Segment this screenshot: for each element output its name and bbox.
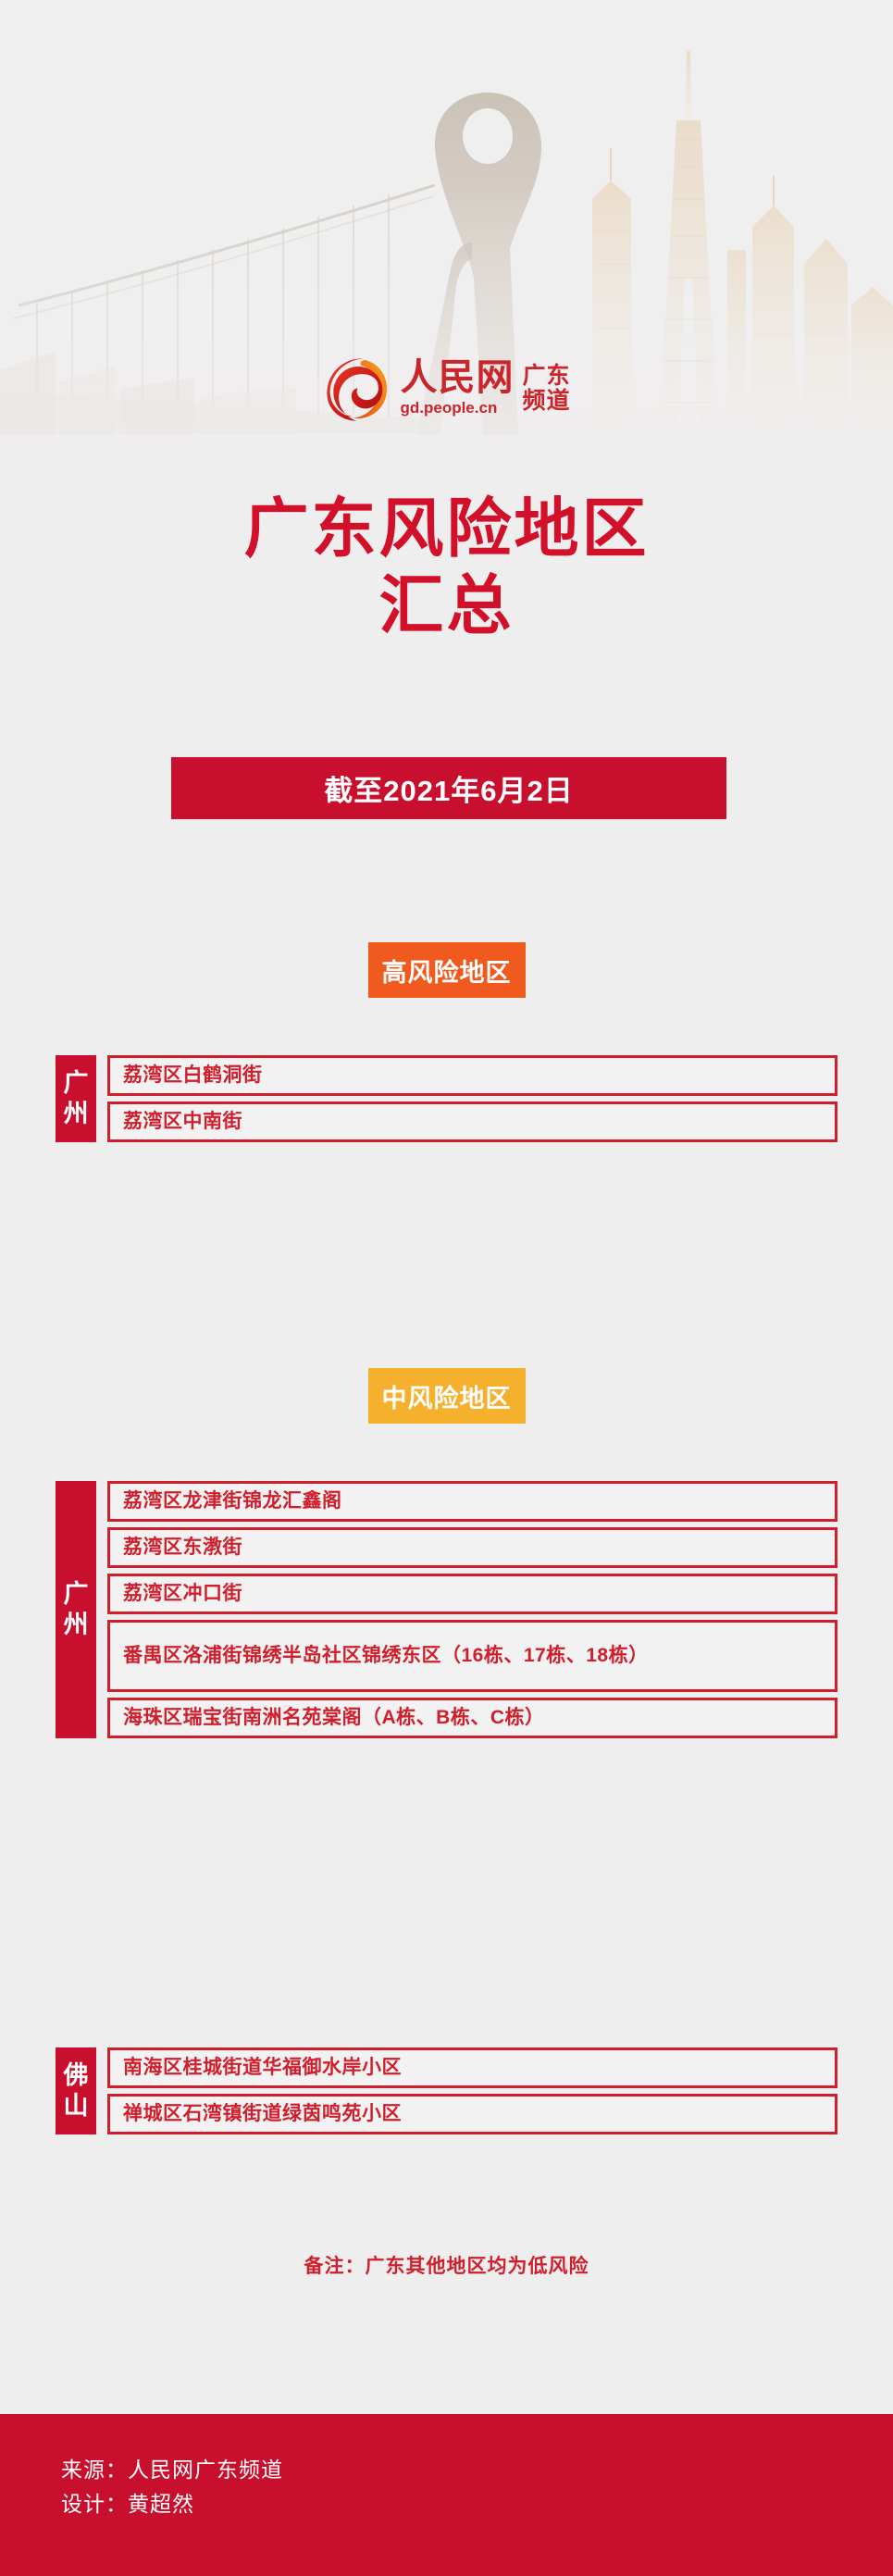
city-char: 州 bbox=[63, 1611, 89, 1638]
area-rows-guangzhou-high: 荔湾区白鹤洞街 荔湾区中南街 bbox=[107, 1055, 837, 1142]
area-rows-foshan-mid: 南海区桂城街道华福御水岸小区 禅城区石湾镇街道绿茵鸣苑小区 bbox=[107, 2047, 837, 2134]
area-row-text: 番禺区洛浦街锦绣半岛社区锦绣东区（16栋、17栋、18栋） bbox=[123, 1644, 649, 1666]
city-char: 佛 bbox=[63, 2061, 89, 2090]
area-row-text: 荔湾区东漖街 bbox=[123, 1536, 242, 1558]
area-row[interactable]: 海珠区瑞宝街南洲名苑棠阁（A栋、B栋、C栋） bbox=[107, 1698, 837, 1738]
logo-channel-line1: 广东 bbox=[522, 364, 571, 389]
page-title-line2: 汇总 bbox=[378, 568, 515, 641]
footer-designer: 设计：黄超然 bbox=[61, 2492, 194, 2517]
area-row[interactable]: 荔湾区白鹤洞街 bbox=[107, 1055, 837, 1096]
city-char: 广 bbox=[63, 1069, 89, 1098]
site-logo[interactable]: 人民网 gd.people.cn 广东 频道 bbox=[0, 355, 893, 423]
city-group-guangzhou-high: 广 州 荔湾区白鹤洞街 荔湾区中南街 bbox=[56, 1055, 837, 1142]
area-row-text: 南海区桂城街道华福御水岸小区 bbox=[123, 2056, 402, 2078]
area-row-text: 海珠区瑞宝街南洲名苑棠阁（A栋、B栋、C栋） bbox=[123, 1706, 545, 1728]
footnote: 备注：广东其他地区均为低风险 bbox=[304, 2256, 589, 2277]
page-title-line1: 广东风险地区 bbox=[243, 492, 650, 565]
logo-brand-url: gd.people.cn bbox=[400, 399, 498, 417]
footer: 来源：人民网广东频道 设计：黄超然 bbox=[0, 2414, 893, 2576]
area-row[interactable]: 荔湾区冲口街 bbox=[107, 1574, 837, 1614]
area-row[interactable]: 荔湾区中南街 bbox=[107, 1101, 837, 1142]
area-row[interactable]: 禅城区石湾镇街道绿茵鸣苑小区 bbox=[107, 2094, 837, 2134]
logo-text: 人民网 gd.people.cn bbox=[400, 359, 514, 417]
area-row-text: 荔湾区白鹤洞街 bbox=[123, 1064, 263, 1086]
city-char: 州 bbox=[63, 1100, 89, 1127]
logo-brand-cn: 人民网 bbox=[400, 356, 515, 399]
page-title: 广东风险地区 汇总 bbox=[0, 491, 893, 643]
city-char: 山 bbox=[63, 2092, 89, 2120]
city-group-foshan-mid: 佛 山 南海区桂城街道华福御水岸小区 禅城区石湾镇街道绿茵鸣苑小区 bbox=[56, 2047, 837, 2134]
city-group-guangzhou-mid: 广 州 荔湾区龙津街锦龙汇鑫阁 荔湾区东漖街 荔湾区冲口街 番禺区洛浦街锦绣半岛… bbox=[56, 1481, 837, 1738]
section-chip-high-risk-label: 高风险地区 bbox=[367, 942, 526, 998]
city-tab-guangzhou-high: 广 州 bbox=[56, 1055, 96, 1142]
people-daily-swirl-logo-icon bbox=[327, 358, 388, 421]
area-row-text: 荔湾区龙津街锦龙汇鑫阁 bbox=[123, 1489, 342, 1512]
hero-header: 人民网 gd.people.cn 广东 频道 bbox=[0, 0, 893, 518]
footer-source: 来源：人民网广东频道 bbox=[61, 2458, 283, 2482]
area-row[interactable]: 荔湾区龙津街锦龙汇鑫阁 bbox=[107, 1481, 837, 1522]
date-banner: 截至2021年6月2日 bbox=[171, 757, 726, 819]
area-row[interactable]: 番禺区洛浦街锦绣半岛社区锦绣东区（16栋、17栋、18栋） bbox=[107, 1620, 837, 1692]
city-tab-guangzhou-mid: 广 州 bbox=[56, 1481, 96, 1738]
area-row-text: 荔湾区中南街 bbox=[123, 1110, 242, 1132]
city-char: 广 bbox=[63, 1580, 89, 1609]
area-row-text: 荔湾区冲口街 bbox=[123, 1582, 242, 1604]
area-rows-guangzhou-mid: 荔湾区龙津街锦龙汇鑫阁 荔湾区东漖街 荔湾区冲口街 番禺区洛浦街锦绣半岛社区锦绣… bbox=[107, 1481, 837, 1738]
logo-channel-line2: 频道 bbox=[522, 389, 571, 414]
logo-channel: 广东 频道 bbox=[522, 364, 570, 414]
area-row[interactable]: 南海区桂城街道华福御水岸小区 bbox=[107, 2047, 837, 2088]
guangzhou-skyline-watermark bbox=[0, 0, 893, 518]
section-chip-mid-risk: 中风险地区 bbox=[0, 1368, 893, 1424]
city-tab-foshan-mid: 佛 山 bbox=[56, 2047, 96, 2134]
area-row-text: 禅城区石湾镇街道绿茵鸣苑小区 bbox=[123, 2102, 402, 2124]
section-chip-high-risk: 高风险地区 bbox=[0, 942, 893, 998]
area-row[interactable]: 荔湾区东漖街 bbox=[107, 1527, 837, 1568]
section-chip-mid-risk-label: 中风险地区 bbox=[367, 1368, 526, 1424]
